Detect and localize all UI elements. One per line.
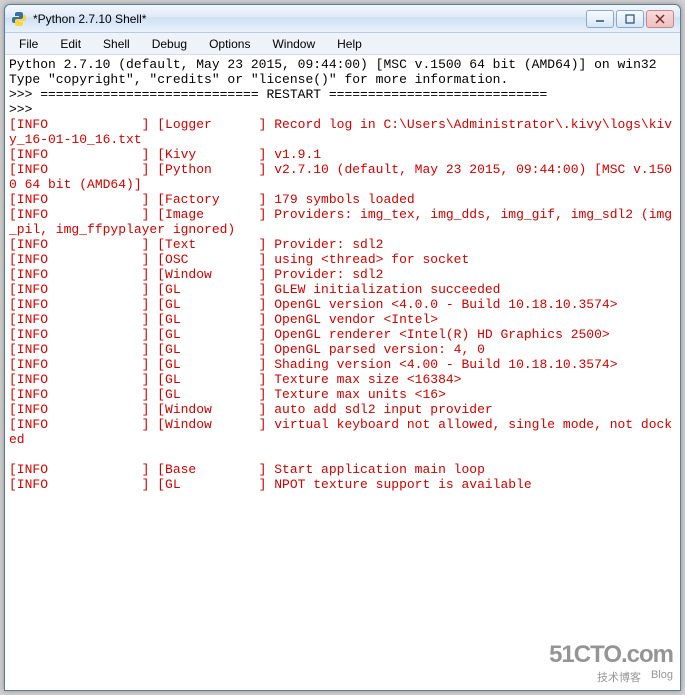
maximize-button[interactable] — [616, 10, 644, 28]
menu-shell[interactable]: Shell — [93, 35, 140, 53]
python-icon — [11, 11, 27, 27]
menu-options[interactable]: Options — [199, 35, 260, 53]
console-output[interactable]: Python 2.7.10 (default, May 23 2015, 09:… — [5, 55, 680, 690]
titlebar[interactable]: *Python 2.7.10 Shell* — [5, 5, 680, 33]
minimize-button[interactable] — [586, 10, 614, 28]
menubar: File Edit Shell Debug Options Window Hel… — [5, 33, 680, 55]
window-controls — [586, 10, 674, 28]
menu-help[interactable]: Help — [327, 35, 372, 53]
menu-edit[interactable]: Edit — [50, 35, 91, 53]
close-button[interactable] — [646, 10, 674, 28]
menu-window[interactable]: Window — [262, 35, 325, 53]
window-title: *Python 2.7.10 Shell* — [33, 12, 586, 26]
menu-file[interactable]: File — [9, 35, 48, 53]
menu-debug[interactable]: Debug — [142, 35, 197, 53]
app-window: *Python 2.7.10 Shell* File Edit Shell De… — [4, 4, 681, 691]
